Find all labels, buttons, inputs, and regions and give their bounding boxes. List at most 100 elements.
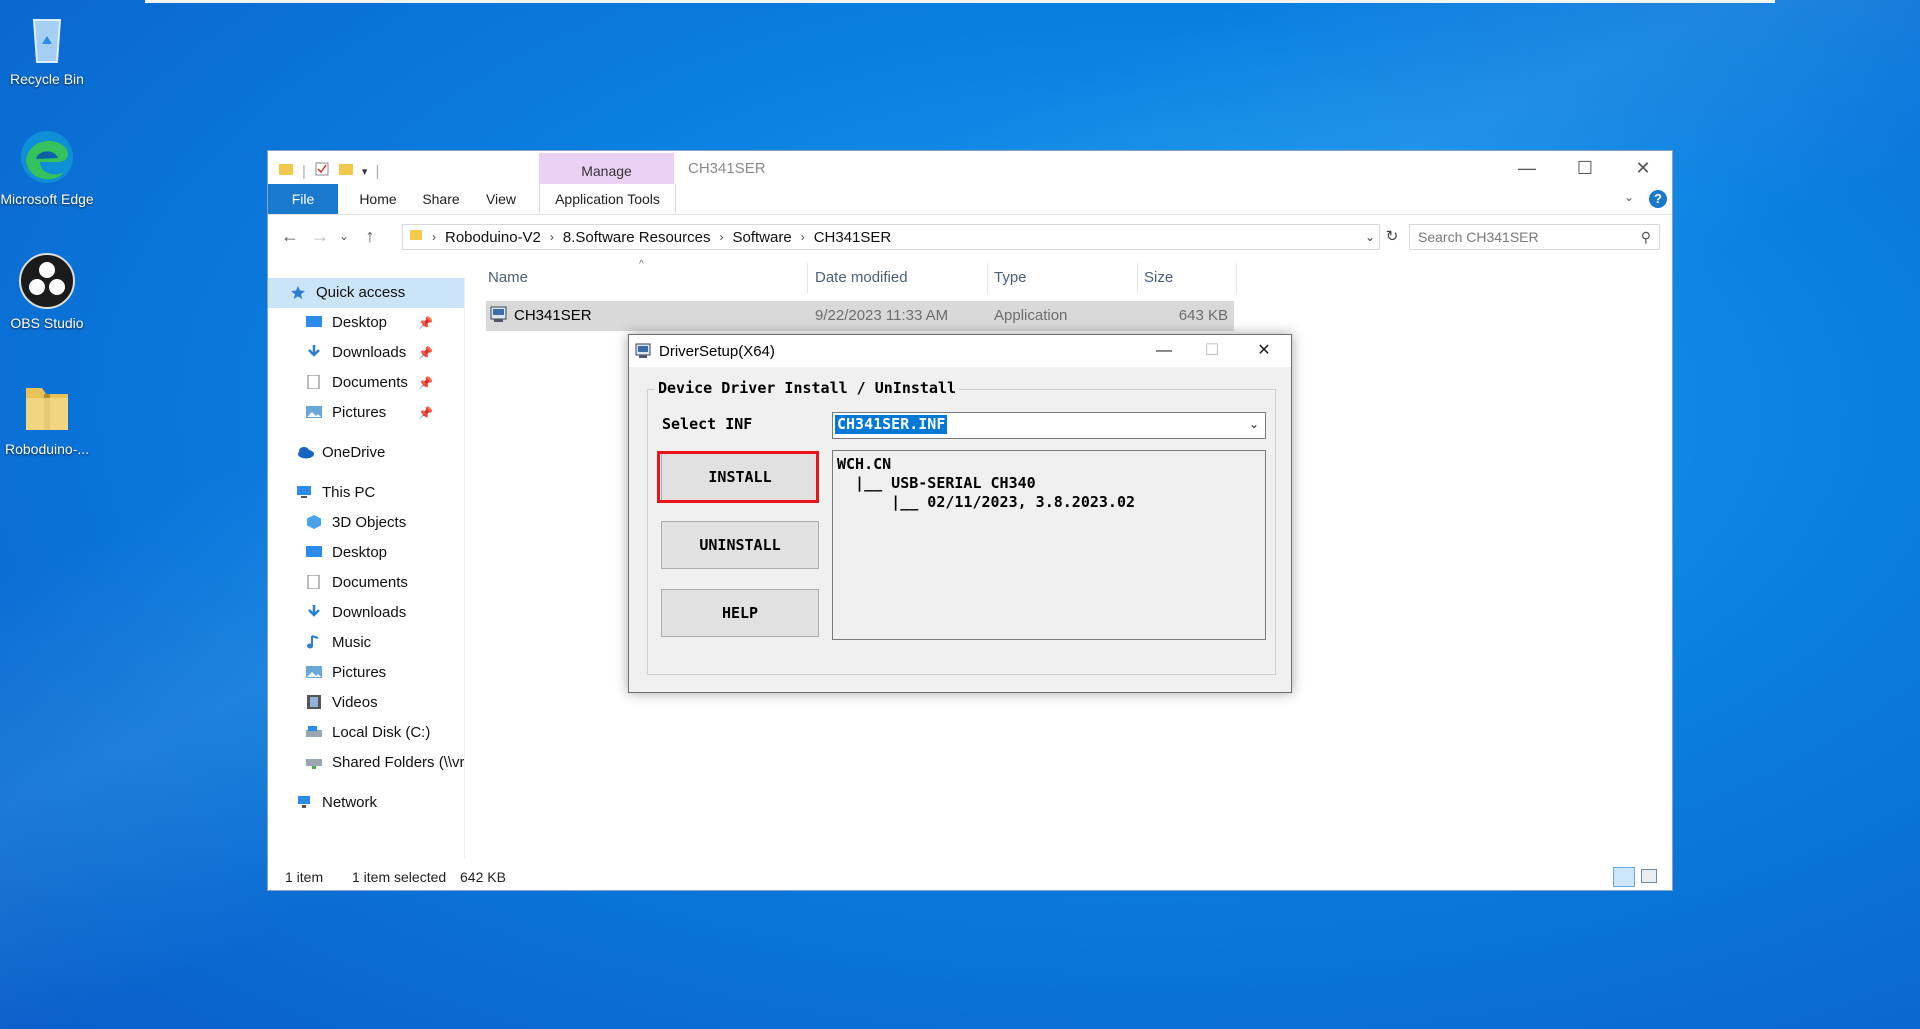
folder-icon [278,161,294,181]
info-line: |__ 02/11/2023, 3.8.2023.02 [837,493,1136,511]
nav-music[interactable]: Music [306,628,371,658]
nav-quick-documents[interactable]: Documents 📌 [306,368,433,398]
refresh-icon[interactable]: ↻ [1380,224,1404,250]
column-header-name[interactable]: Name [488,261,528,295]
pin-icon[interactable]: 📌 [418,398,433,428]
uninstall-button[interactable]: UNINSTALL [661,521,819,569]
tab-view[interactable]: View [476,184,526,214]
desktop-icon-obs[interactable]: OBS Studio [0,252,94,333]
pin-icon[interactable]: 📌 [418,338,433,368]
info-line: WCH.CN [837,455,892,473]
nav-3d-objects[interactable]: 3D Objects [306,508,406,538]
breadcrumb-item[interactable]: Roboduino-V2 [445,229,541,246]
nav-local-disk[interactable]: Local Disk (C:) [306,718,430,748]
chevron-down-icon[interactable]: ⌄ [1365,230,1375,244]
cube-icon [306,510,324,529]
nav-label: Desktop [332,544,388,561]
desktop-icon-edge[interactable]: Microsoft Edge [0,128,94,209]
breadcrumb-item[interactable]: 8.Software Resources [563,229,711,246]
status-size: 642 KB [460,869,506,885]
tab-home[interactable]: Home [348,184,408,214]
documents-icon [306,570,324,590]
driver-setup-icon [634,341,654,365]
obs-icon [18,252,76,310]
close-icon[interactable]: ✕ [1614,153,1672,183]
chevron-right-icon[interactable]: › [550,230,554,244]
large-icons-view-icon[interactable] [1641,869,1657,883]
downloads-icon [306,340,324,357]
new-folder-icon[interactable] [338,161,354,181]
status-item-count: 1 item [285,869,324,885]
file-row[interactable]: CH341SER 9/22/2023 11:33 AM Application … [486,301,1234,331]
minimize-icon[interactable]: — [1498,153,1556,183]
navigation-pane: Quick access Desktop 📌 Downloads 📌 Documen… [268,278,464,858]
nav-shared-folders[interactable]: Shared Folders (\\vr [306,748,464,778]
nav-this-pc[interactable]: This PC [296,478,375,508]
column-separator[interactable] [1236,263,1237,293]
chevron-right-icon[interactable]: › [432,230,436,244]
nav-pc-desktop[interactable]: Desktop [306,538,387,568]
search-input[interactable]: Search CH341SER ⚲ [1409,224,1660,250]
nav-pc-downloads[interactable]: Downloads [306,598,406,628]
column-header-type[interactable]: Type [994,261,1027,295]
column-header-size[interactable]: Size [1144,261,1173,295]
nav-quick-desktop[interactable]: Desktop 📌 [306,308,433,338]
tab-application-tools[interactable]: Application Tools [539,184,676,214]
forward-icon[interactable]: → [308,224,332,248]
nav-quick-pictures[interactable]: Pictures 📌 [306,398,433,428]
breadcrumb-item[interactable]: CH341SER [814,229,892,246]
separator: | [302,162,306,180]
file-date: 9/22/2023 11:33 AM [815,307,949,324]
nav-network[interactable]: Network [296,788,377,818]
tab-manage[interactable]: Manage [539,153,674,184]
pin-icon[interactable]: 📌 [418,308,433,338]
tab-file[interactable]: File [268,184,338,214]
chevron-down-icon[interactable]: ⌄ [1249,417,1259,431]
nav-label: Downloads [332,344,407,361]
column-separator[interactable] [807,263,808,293]
maximize-icon[interactable]: ☐ [1189,335,1235,367]
file-name: CH341SER [514,307,592,324]
inf-select[interactable]: CH341SER.INF ⌄ [832,412,1266,439]
minimize-icon[interactable]: — [1141,335,1187,367]
help-icon[interactable]: ? [1649,190,1667,208]
recent-locations-icon[interactable]: ⌄ [332,224,356,248]
install-button[interactable]: INSTALL [661,453,819,501]
details-view-icon[interactable] [1613,867,1635,887]
expand-ribbon-icon[interactable]: ⌄ [1624,190,1634,204]
breadcrumb-item[interactable]: Software [732,229,791,246]
column-separator[interactable] [1137,263,1138,293]
up-icon[interactable]: ↑ [358,224,382,248]
customize-qat-icon[interactable]: ▾ [362,165,368,178]
nav-label: Downloads [332,604,407,621]
nav-label: Local Disk (C:) [332,724,431,741]
back-icon[interactable]: ← [278,224,302,248]
chevron-right-icon[interactable]: › [801,230,805,244]
title-bar: | ▾ | Manage CH341SER — ☐ ✕ [268,151,1672,184]
nav-quick-downloads[interactable]: Downloads 📌 [306,338,433,368]
quick-access-toolbar: | ▾ | [278,161,379,181]
sort-up-icon: ^ [639,259,644,270]
maximize-icon[interactable]: ☐ [1556,153,1614,183]
nav-pictures[interactable]: Pictures [306,658,386,688]
address-bar[interactable]: › Roboduino-V2 › 8.Software Resources › … [402,224,1380,250]
desktop-icon [306,540,324,557]
desktop-icon-label: Roboduino-... [4,441,90,457]
column-header-date[interactable]: Date modified [815,261,908,295]
select-inf-label: Select INF [662,415,753,433]
driver-setup-dialog: DriverSetup(X64) — ☐ ✕ Device Driver Ins… [628,334,1292,693]
nav-videos[interactable]: Videos [306,688,378,718]
film-icon [306,690,324,709]
nav-pc-documents[interactable]: Documents [306,568,408,598]
nav-onedrive[interactable]: OneDrive [296,438,385,468]
nav-quick-access[interactable]: Quick access [268,278,464,308]
pin-icon[interactable]: 📌 [418,368,433,398]
properties-icon[interactable] [314,161,330,181]
close-icon[interactable]: ✕ [1241,335,1287,367]
tab-share[interactable]: Share [411,184,471,214]
chevron-right-icon[interactable]: › [719,230,723,244]
column-separator[interactable] [987,263,988,293]
desktop-icon-roboduino[interactable]: Roboduino-... [0,378,94,459]
desktop-icon-recycle-bin[interactable]: Recycle Bin [0,8,94,89]
help-button[interactable]: HELP [661,589,819,637]
